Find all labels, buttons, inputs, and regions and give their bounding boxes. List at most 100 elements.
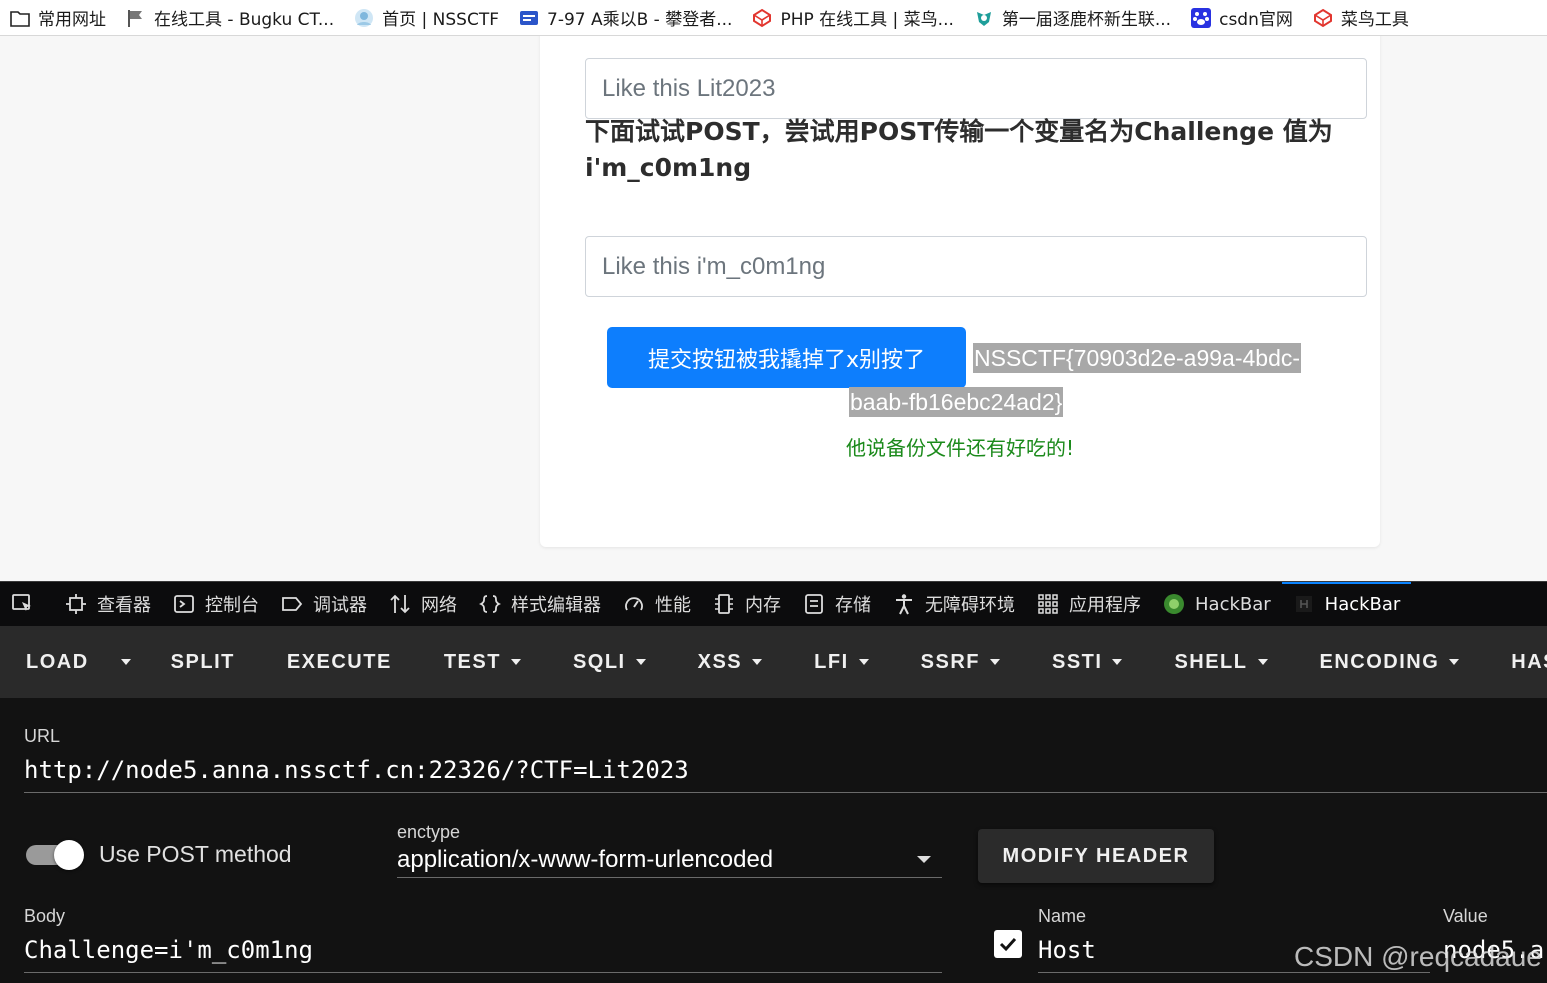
hackbar-hash-menu[interactable]: HASH: [1485, 626, 1547, 698]
hackbar-split-button[interactable]: SPLIT: [145, 626, 261, 698]
backup-hint: 他说备份文件还有好吃的!: [845, 436, 1075, 460]
devtools-tab-console[interactable]: 控制台: [162, 582, 270, 626]
bookmark-zhulu[interactable]: 第一届逐鹿杯新生联...: [964, 0, 1181, 35]
hackbar-sqli-menu[interactable]: SQLI: [547, 626, 672, 698]
hackbar-menu-label: HASH: [1511, 650, 1547, 673]
modify-header-button[interactable]: MODIFY HEADER: [978, 829, 1214, 883]
devtools-tab-label: 存储: [835, 595, 871, 616]
bookmark-label: 首页 | NSSCTF: [382, 10, 499, 30]
header-enabled-checkbox[interactable]: [994, 930, 1022, 958]
bookmark-label: 菜鸟工具: [1340, 10, 1409, 30]
ctf-heading: Lit2023: [585, 36, 668, 46]
ctf-input[interactable]: [585, 58, 1367, 119]
chevron-down-icon: [635, 659, 646, 665]
chevron-down-icon: [858, 659, 869, 665]
bookmark-csdn[interactable]: csdn官网: [1181, 0, 1303, 35]
devtools-tab-label: 调试器: [313, 595, 367, 616]
csdn-watermark: CSDN @reqcadaue: [1294, 941, 1542, 972]
url-label: URL: [24, 726, 61, 746]
devtools-tab-accessibility[interactable]: 无障碍环境: [882, 582, 1026, 626]
devtools-tab-performance[interactable]: 性能: [612, 582, 702, 626]
challenge-input[interactable]: [585, 236, 1367, 297]
hackbar-menu-label: SSTI: [1051, 650, 1103, 673]
hackbar-menu-label: XSS: [697, 650, 743, 673]
hackbar-menu-label: EXECUTE: [286, 650, 392, 673]
hackbar-ssrf-menu[interactable]: SSRF: [895, 626, 1026, 698]
checkmark-icon: [999, 937, 1017, 952]
hackbar-menu-label: SPLIT: [170, 650, 235, 673]
body-input[interactable]: Challenge=i'm_c0m1ng: [24, 936, 313, 964]
submit-button[interactable]: 提交按钮被我撬掉了x别按了: [607, 327, 966, 388]
hackbar-shell-menu[interactable]: SHELL: [1148, 626, 1293, 698]
bookmark-common-sites[interactable]: 常用网址: [0, 0, 116, 35]
chevron-down-icon: [510, 659, 521, 665]
devtools-tab-hackbar-2[interactable]: HackBar: [1281, 582, 1412, 626]
hackbar-menu-label: LFI: [814, 650, 849, 673]
bookmark-php-tools[interactable]: PHP 在线工具 | 菜鸟...: [742, 0, 963, 35]
enctype-label: enctype: [397, 822, 461, 842]
nssctf-favicon-icon: [354, 8, 374, 28]
header-name-input[interactable]: Host: [1038, 936, 1096, 964]
hackbar-menu-label: SSRF: [920, 650, 980, 673]
url-input[interactable]: http://node5.anna.nssctf.cn:22326/?CTF=L…: [24, 756, 689, 784]
bookmark-label: csdn官网: [1219, 10, 1293, 30]
devtools-tab-label: 网络: [421, 595, 457, 616]
console-icon: [173, 593, 195, 615]
post-instruction-heading: 下面试试POST，尝试用POST传输一个变量名为Challenge 值为 i'm…: [585, 117, 1333, 182]
devtools-tab-memory[interactable]: 内存: [702, 582, 792, 626]
bookmark-nssctf[interactable]: 首页 | NSSCTF: [344, 0, 509, 35]
pick-element-icon: [11, 593, 33, 615]
devtools-toolbar: 查看器 控制台 调试器 网络 样式编辑器 性能 内存 存储 无障碍环境 应用程序…: [0, 581, 1547, 626]
use-post-toggle[interactable]: [26, 840, 84, 870]
baidu-favicon-icon: [1191, 7, 1212, 28]
gift-favicon-icon: [974, 8, 994, 28]
devtools-tab-application[interactable]: 应用程序: [1026, 582, 1152, 626]
chevron-down-icon: [1449, 659, 1460, 665]
url-underline: [24, 792, 1547, 793]
chevron-down-icon: [1112, 659, 1123, 665]
bookmark-label: 第一届逐鹿杯新生联...: [1001, 10, 1172, 30]
hackbar-load-dropdown[interactable]: [107, 626, 145, 698]
devtools-tab-label: 样式编辑器: [511, 595, 601, 616]
network-icon: [389, 593, 411, 615]
devtools-tab-debugger[interactable]: 调试器: [270, 582, 378, 626]
chevron-down-icon[interactable]: [917, 856, 931, 863]
challenge-card: Lit2023 下面试试POST，尝试用POST传输一个变量名为Challeng…: [540, 36, 1380, 547]
bookmark-bugku[interactable]: 在线工具 - Bugku CT...: [116, 0, 344, 35]
hackbar-xss-menu[interactable]: XSS: [672, 626, 789, 698]
devtools-tab-hackbar-1[interactable]: HackBar: [1152, 582, 1282, 626]
storage-icon: [803, 593, 825, 615]
hackbar-execute-button[interactable]: EXECUTE: [261, 626, 418, 698]
runoob-favicon-icon: [1313, 8, 1333, 28]
devtools-tab-storage[interactable]: 存储: [792, 582, 882, 626]
hackbar-ssti-menu[interactable]: SSTI: [1026, 626, 1148, 698]
braces-icon: [479, 593, 501, 615]
devtools-tab-label: 应用程序: [1069, 595, 1141, 616]
bookmark-label: 常用网址: [38, 10, 106, 30]
hackbar-lfi-menu[interactable]: LFI: [788, 626, 895, 698]
chevron-down-icon: [1257, 659, 1268, 665]
hackbar-load-button[interactable]: LOAD: [0, 626, 107, 698]
body-underline: [24, 972, 942, 973]
devtools-tab-style-editor[interactable]: 样式编辑器: [468, 582, 612, 626]
enctype-select[interactable]: application/x-www-form-urlencoded: [397, 846, 773, 874]
page-favicon-icon: [519, 8, 539, 28]
hackbar-dark-icon: [1293, 593, 1315, 615]
bookmark-pintia[interactable]: 7-97 A乘以B - 攀登者...: [509, 0, 742, 35]
chevron-down-icon: [120, 659, 131, 665]
hackbar-menu-label: LOAD: [26, 650, 89, 673]
flag-favicon-icon: [126, 8, 146, 28]
devtools-tab-network[interactable]: 网络: [378, 582, 468, 626]
performance-icon: [623, 593, 645, 615]
devtools-tab-label: 无障碍环境: [925, 595, 1015, 616]
bookmark-runoob-tools[interactable]: 菜鸟工具: [1303, 0, 1419, 35]
hackbar-test-menu[interactable]: TEST: [418, 626, 547, 698]
devtools-tab-label: 内存: [745, 595, 781, 616]
devtools-tab-inspector[interactable]: 查看器: [54, 582, 162, 626]
devtools-pick-element[interactable]: [0, 582, 54, 626]
use-post-label: Use POST method: [99, 841, 292, 867]
body-label: Body: [24, 906, 66, 926]
folder-icon: [10, 8, 30, 28]
hackbar-encoding-menu[interactable]: ENCODING: [1294, 626, 1486, 698]
hackbar-green-icon: [1163, 593, 1185, 615]
